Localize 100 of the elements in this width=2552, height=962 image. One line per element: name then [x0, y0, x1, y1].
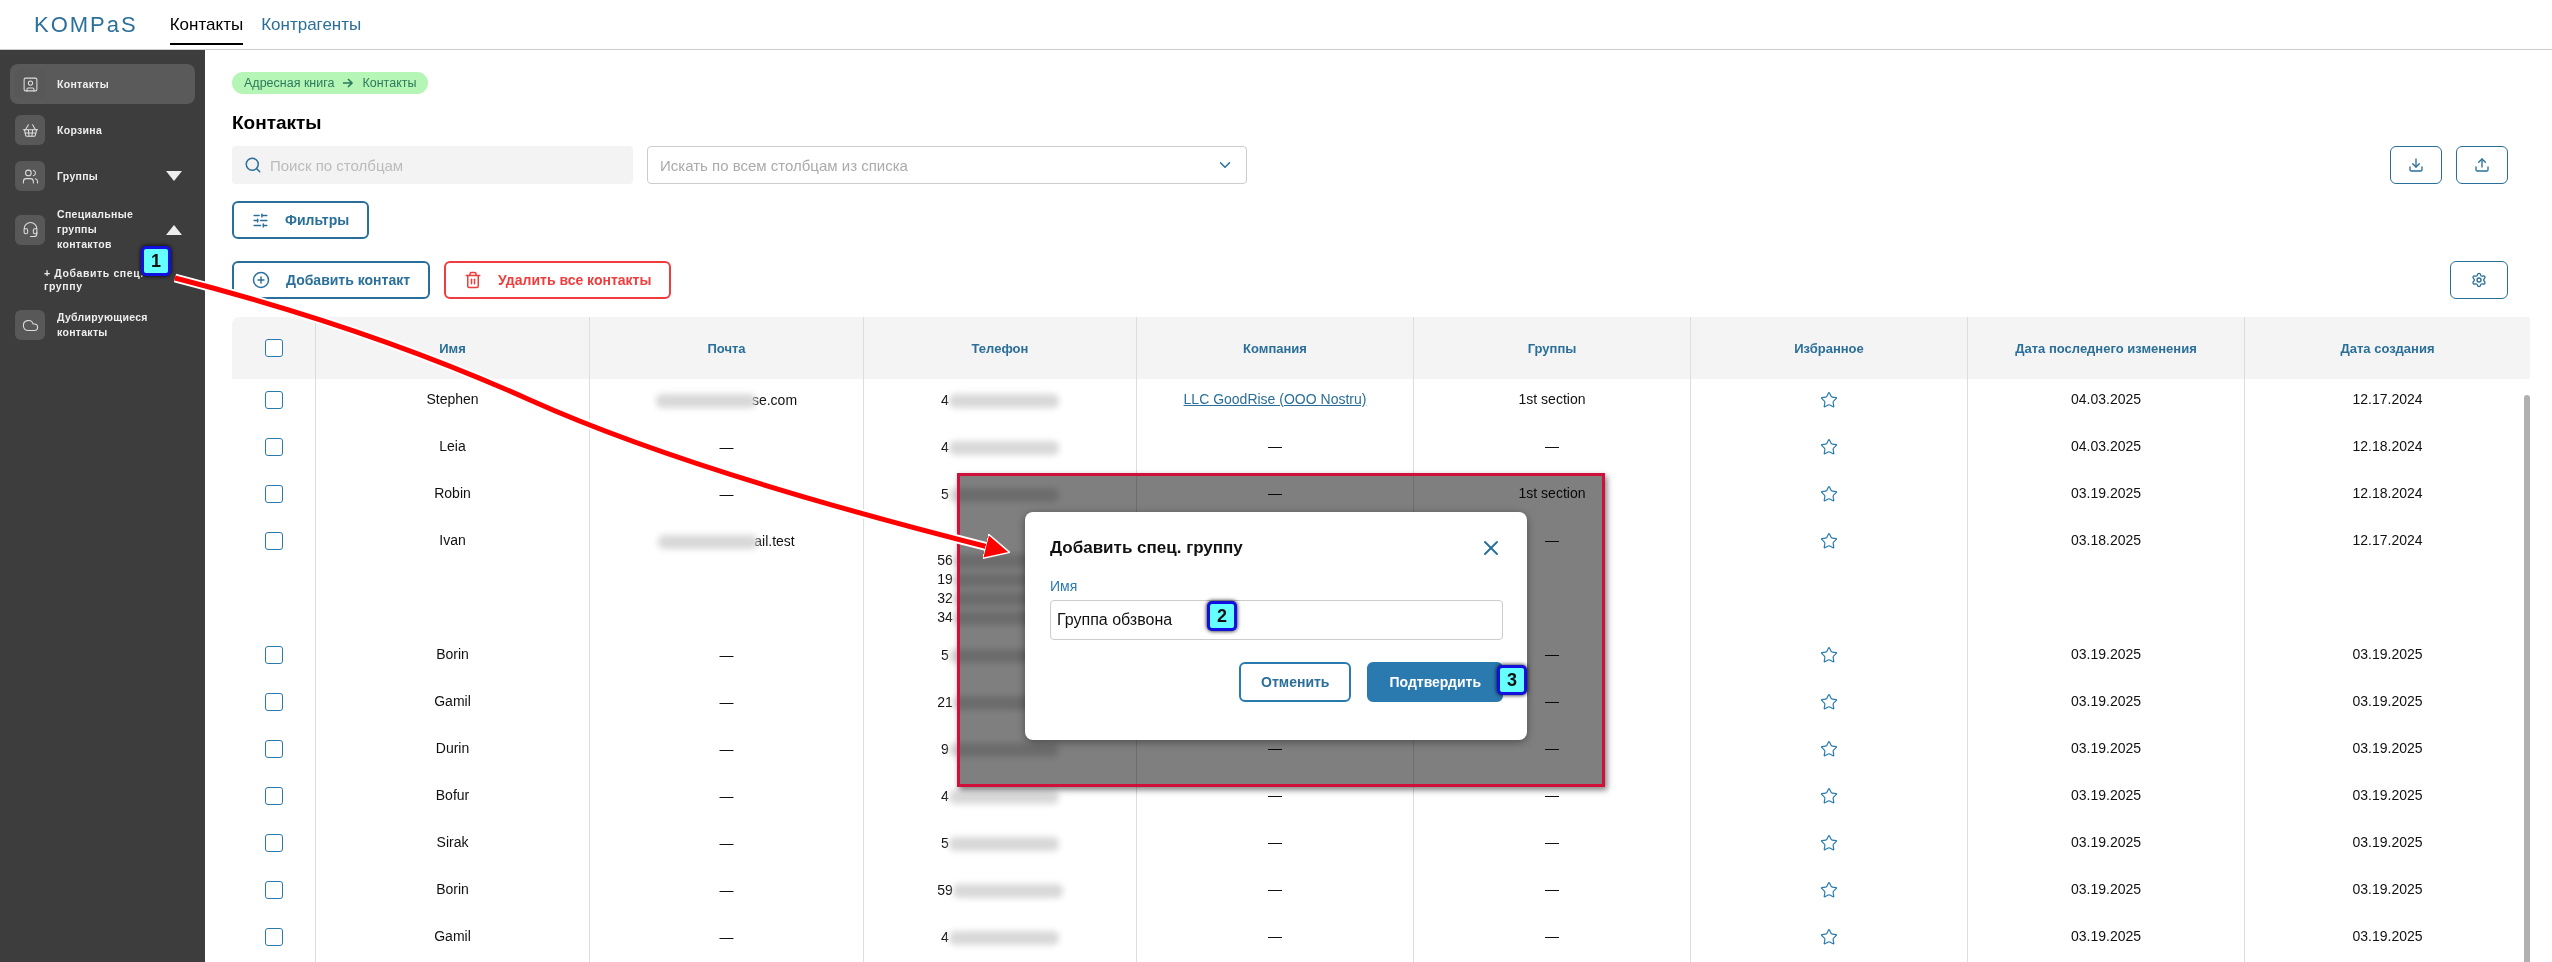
- column-header[interactable]: Имя: [315, 317, 589, 379]
- logo: KOMPaS: [34, 11, 138, 38]
- sliders-icon: [252, 211, 269, 229]
- row-checkbox[interactable]: [264, 532, 283, 550]
- caret-icon[interactable]: [166, 224, 182, 235]
- table-cell: 32: [937, 589, 953, 608]
- confirm-button[interactable]: Подтвердить: [1367, 662, 1503, 702]
- add-contact-button[interactable]: Добавить контакт: [232, 261, 431, 299]
- star-icon[interactable]: [1820, 740, 1838, 758]
- table-cell: 56: [937, 551, 953, 570]
- column-header[interactable]: Компания: [1136, 317, 1413, 379]
- table-cell: 03.19.2025: [2352, 787, 2423, 803]
- table-cell: Gamil: [434, 693, 471, 709]
- table-cell: 1st section: [1518, 485, 1586, 501]
- table-cell: 9: [941, 740, 949, 759]
- row-checkbox[interactable]: [264, 438, 283, 456]
- table-cell: —: [719, 787, 734, 806]
- column-header[interactable]: Избранное: [1690, 317, 1967, 379]
- table-cell: —: [1545, 438, 1559, 454]
- arrow-icon: [342, 78, 355, 88]
- sidebar-item[interactable]: Группы: [10, 156, 195, 196]
- table-cell: 04.03.2025: [2070, 438, 2142, 454]
- upload-icon: [2474, 157, 2490, 173]
- table-cell: 4: [941, 391, 949, 410]
- table-cell: Durin: [435, 740, 470, 756]
- table-cell: 12.17.2024: [2352, 532, 2423, 548]
- star-icon[interactable]: [1820, 787, 1838, 805]
- step-badge: 2: [1207, 601, 1237, 631]
- trash-icon: [464, 271, 483, 289]
- nav-tab[interactable]: Контрагенты: [261, 4, 362, 45]
- table-cell: —: [1268, 834, 1282, 850]
- table-cell: Leia: [439, 438, 466, 454]
- sidebar-item[interactable]: Корзина: [10, 110, 195, 150]
- row-checkbox[interactable]: [264, 787, 283, 805]
- table-cell: —: [1268, 740, 1282, 756]
- table-cell: 03.19.2025: [2352, 693, 2423, 709]
- row-checkbox[interactable]: [264, 881, 283, 899]
- table-cell: —: [1545, 834, 1559, 850]
- table-cell: 59: [937, 881, 953, 900]
- star-icon[interactable]: [1820, 646, 1838, 664]
- star-icon[interactable]: [1820, 391, 1838, 409]
- row-checkbox[interactable]: [264, 646, 283, 664]
- delete-all-button[interactable]: Удалить все контакты: [444, 261, 672, 299]
- table-cell: Ivan: [439, 532, 466, 548]
- table-cell: 4: [941, 787, 949, 806]
- star-icon[interactable]: [1820, 834, 1838, 852]
- table-cell: —: [1268, 928, 1282, 944]
- column-header[interactable]: Телефон: [863, 317, 1136, 379]
- star-icon[interactable]: [1820, 693, 1838, 711]
- table-cell: —: [719, 693, 734, 712]
- settings-button[interactable]: [2450, 261, 2508, 299]
- cancel-button[interactable]: Отменить: [1239, 662, 1352, 702]
- table-cell: 03.19.2025: [2352, 740, 2423, 756]
- table-cell: 03.19.2025: [2070, 740, 2142, 756]
- search-field[interactable]: Поиск по столбцам: [232, 146, 633, 184]
- column-header[interactable]: Группы: [1413, 317, 1690, 379]
- row-checkbox[interactable]: [264, 391, 283, 409]
- star-icon[interactable]: [1820, 928, 1838, 946]
- sidebar-item[interactable]: Дублирующиеся контакты: [10, 305, 195, 345]
- column-header[interactable]: Дата создания: [2244, 317, 2530, 379]
- download-button[interactable]: [2390, 146, 2442, 184]
- table-cell: 21: [937, 693, 953, 712]
- table-cell: —: [1268, 881, 1282, 897]
- page-title: Контакты: [232, 112, 323, 134]
- dialog-title: Добавить спец. группу: [1050, 538, 1243, 558]
- column-header[interactable]: Почта: [589, 317, 863, 379]
- table-cell: Gamil: [434, 928, 471, 944]
- star-icon[interactable]: [1820, 881, 1838, 899]
- row-checkbox[interactable]: [264, 928, 283, 946]
- headset-icon: [15, 214, 45, 245]
- row-checkbox[interactable]: [264, 693, 283, 711]
- upload-button[interactable]: [2456, 146, 2508, 184]
- people-icon: [15, 161, 45, 191]
- row-checkbox[interactable]: [264, 834, 283, 852]
- company-link[interactable]: LLC GoodRise (OOO Nostru): [1183, 391, 1367, 407]
- scrollbar[interactable]: [2524, 395, 2530, 962]
- select-all-checkbox[interactable]: [264, 339, 283, 357]
- row-checkbox[interactable]: [264, 485, 283, 503]
- table-cell: —: [719, 485, 734, 504]
- star-icon[interactable]: [1820, 485, 1838, 503]
- table-cell: 03.19.2025: [2352, 834, 2423, 850]
- table-cell: 1st section: [1518, 391, 1586, 407]
- cloud-icon: [15, 310, 45, 340]
- table-cell: 34: [937, 608, 953, 627]
- table-cell: —: [1545, 928, 1559, 944]
- table-cell: —: [719, 740, 734, 759]
- table-cell: Borin: [436, 646, 469, 662]
- nav-tab[interactable]: Контакты: [169, 4, 244, 45]
- star-icon[interactable]: [1820, 532, 1838, 550]
- table-cell: 03.19.2025: [2070, 646, 2142, 662]
- star-icon[interactable]: [1820, 438, 1838, 456]
- table-cell: —: [1268, 485, 1282, 501]
- breadcrumb-link[interactable]: Адресная книга: [244, 76, 335, 90]
- caret-icon[interactable]: [166, 171, 182, 181]
- column-header[interactable]: Дата последнего изменения: [1967, 317, 2244, 379]
- table-cell: 12.18.2024: [2352, 485, 2423, 501]
- filters-button[interactable]: Фильтры: [232, 201, 370, 239]
- row-checkbox[interactable]: [264, 740, 283, 758]
- table-cell: 03.19.2025: [2352, 646, 2423, 662]
- sidebar-item[interactable]: Контакты: [10, 64, 195, 104]
